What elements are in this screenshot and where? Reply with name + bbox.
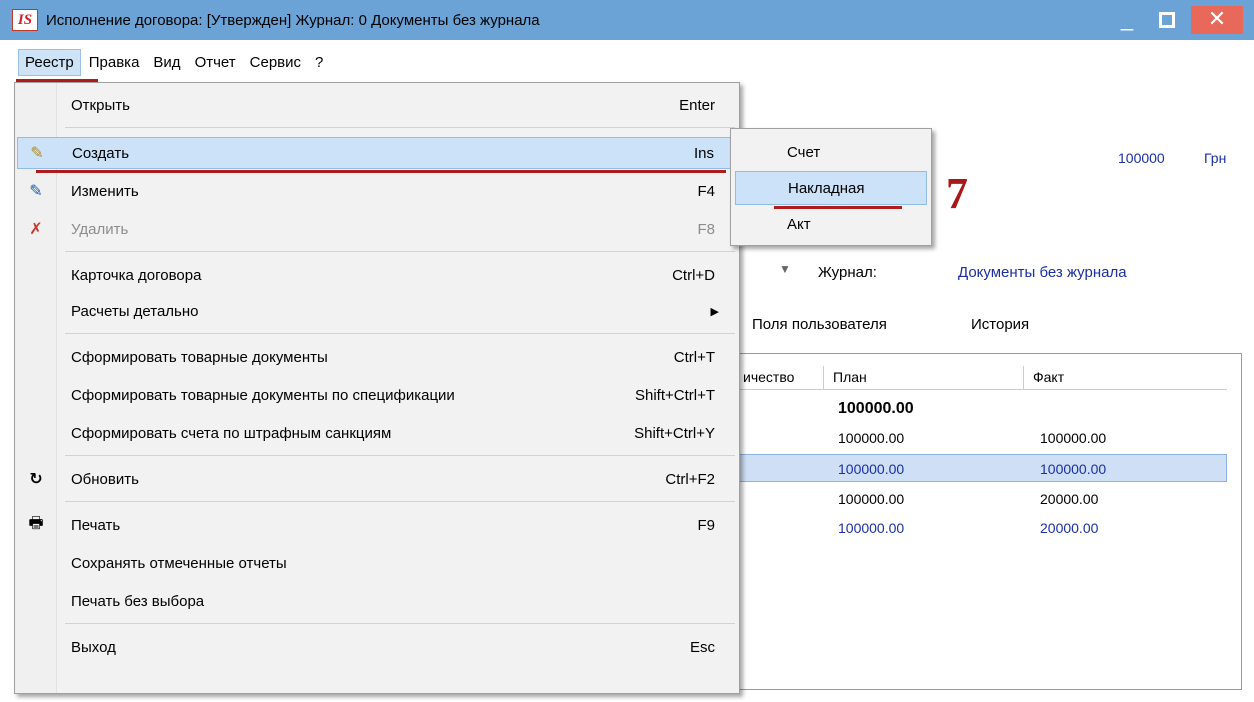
menu-item-form-goods-docs[interactable]: Сформировать товарные документы Ctrl+T <box>17 341 737 373</box>
window-title: Исполнение договора: [Утвержден] Журнал:… <box>46 11 540 29</box>
journal-label: Журнал: <box>818 264 877 281</box>
menu-item-edit[interactable]: ✎ Изменить F4 <box>17 175 737 207</box>
annotation-underline-submenu <box>774 206 902 209</box>
registry-dropdown-menu: Открыть Enter ✎ Создать Ins ✎ Изменить F… <box>14 82 740 694</box>
submenu-arrow-icon: ▶ <box>710 305 719 318</box>
menu-view[interactable]: Вид <box>147 50 186 75</box>
column-header-plan[interactable]: План <box>833 369 867 385</box>
column-header-fact[interactable]: Факт <box>1033 369 1064 385</box>
table-row-fact: 20000.00 <box>1040 520 1099 536</box>
menu-item-save-marked-reports[interactable]: Сохранять отмеченные отчеты <box>17 547 737 579</box>
submenu-item-act[interactable]: Акт <box>735 207 927 241</box>
contract-currency: Грн <box>1204 150 1227 166</box>
tab-history[interactable]: История <box>971 316 1029 333</box>
table-row-fact: 100000.00 <box>1040 430 1107 446</box>
submenu-item-waybill[interactable]: Накладная <box>735 171 927 205</box>
menu-item-open[interactable]: Открыть Enter <box>17 89 737 121</box>
maximize-icon[interactable] <box>1147 6 1187 34</box>
menu-item-detailed-calculations[interactable]: Расчеты детально ▶ <box>17 295 737 327</box>
menu-item-refresh[interactable]: ↻ Обновить Ctrl+F2 <box>17 463 737 495</box>
close-icon[interactable]: ✕ <box>1191 6 1243 34</box>
menu-help[interactable]: ? <box>309 50 329 75</box>
printer-icon: 🖶 <box>28 514 44 532</box>
journal-value[interactable]: Документы без журнала <box>958 264 1127 281</box>
minimize-icon[interactable]: _ <box>1107 6 1147 34</box>
table-row-plan: 100000.00 <box>838 520 905 536</box>
menu-bar: Реестр Правка Вид Отчет Сервис ? <box>0 40 1254 85</box>
refresh-icon: ↻ <box>29 471 43 488</box>
table-row-plan: 100000.00 <box>838 461 905 477</box>
menu-service[interactable]: Сервис <box>244 50 307 75</box>
menu-item-create[interactable]: ✎ Создать Ins <box>17 137 737 169</box>
app-logo-icon: IS <box>12 9 38 31</box>
combo-dropdown-icon[interactable]: ▼ <box>779 262 791 276</box>
table-row-selected[interactable] <box>735 454 1227 482</box>
menu-item-form-goods-docs-spec[interactable]: Сформировать товарные документы по специ… <box>17 379 737 411</box>
table-total-plan: 100000.00 <box>838 400 914 417</box>
menu-item-delete[interactable]: ✗ Удалить F8 <box>17 213 737 245</box>
table-row-plan: 100000.00 <box>838 491 905 507</box>
delete-document-icon: ✗ <box>29 221 43 238</box>
table-row-fact: 100000.00 <box>1040 461 1107 477</box>
column-header-quantity[interactable]: ичество <box>743 369 794 385</box>
table-row-fact: 20000.00 <box>1040 491 1099 507</box>
create-document-icon: ✎ <box>30 145 44 162</box>
menu-edit[interactable]: Правка <box>83 50 146 75</box>
table-row-plan: 100000.00 <box>838 430 905 446</box>
menu-item-print[interactable]: 🖶 Печать F9 <box>17 509 737 541</box>
menu-item-exit[interactable]: Выход Esc <box>17 631 737 663</box>
table-header: ичество План Факт <box>735 366 1227 390</box>
menu-item-contract-card[interactable]: Карточка договора Ctrl+D <box>17 259 737 291</box>
menu-report[interactable]: Отчет <box>189 50 242 75</box>
edit-document-icon: ✎ <box>29 183 43 200</box>
menu-registry[interactable]: Реестр <box>18 49 81 76</box>
menu-item-print-without-selection[interactable]: Печать без выбора <box>17 585 737 617</box>
contract-amount: 100000 <box>1118 150 1165 166</box>
submenu-item-invoice[interactable]: Счет <box>735 135 927 169</box>
title-bar: IS Исполнение договора: [Утвержден] Журн… <box>0 0 1254 40</box>
annotation-underline-create <box>36 170 726 173</box>
create-submenu: Счет Накладная Акт <box>730 128 932 246</box>
menu-item-form-penalty-invoices[interactable]: Сформировать счета по штрафным санкциям … <box>17 417 737 449</box>
step-number-annotation: 7 <box>946 169 968 218</box>
tab-user-fields[interactable]: Поля пользователя <box>752 316 887 333</box>
